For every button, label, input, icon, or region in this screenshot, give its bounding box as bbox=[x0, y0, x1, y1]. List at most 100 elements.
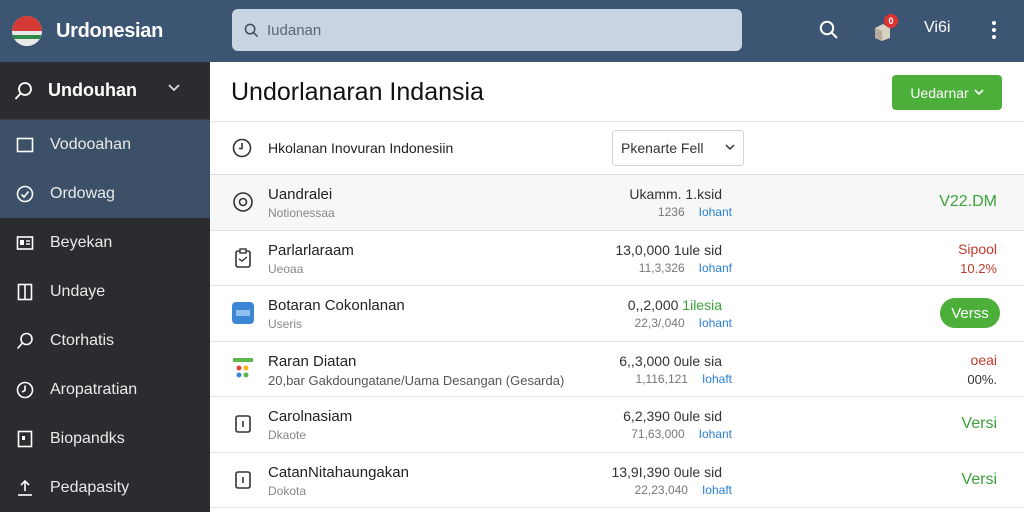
notification-count-badge: 0 bbox=[884, 14, 898, 28]
row-link[interactable]: Iohant bbox=[699, 427, 732, 441]
search-icon bbox=[244, 23, 259, 37]
row-detail: 22,3/,040 Iohant bbox=[635, 316, 732, 330]
data-list: Uandralei Notionessaa Ukamm. 1.ksid 1236… bbox=[210, 175, 1024, 508]
sidebar-item-beyekan[interactable]: Beyekan bbox=[0, 218, 210, 267]
sidebar-item-ordowag[interactable]: Ordowag bbox=[0, 169, 210, 218]
row-link[interactable]: Iohant bbox=[699, 205, 732, 219]
row-quantity-text: 6,2,390 0ule sid bbox=[623, 408, 722, 424]
row-quantity-status: 1ilesia bbox=[682, 297, 722, 313]
row-detail-number: 1236 bbox=[657, 205, 685, 219]
row-amount: Versi bbox=[961, 470, 997, 488]
table-row[interactable]: Carolnasiam Dkaote 6,2,390 0ule sid 71,6… bbox=[210, 397, 1024, 453]
row-detail: 1236 Iohant bbox=[658, 205, 732, 219]
table-row[interactable]: CatanNitahaungakan Dokota 13,9I,390 0ule… bbox=[210, 452, 1024, 508]
table-row[interactable]: Botaran Cokonlanan Useris 0,,2,000 1iles… bbox=[210, 286, 1024, 342]
row-quantity-text: 0,,2,000 bbox=[627, 297, 683, 313]
sidebar-item-label: Pedapasity bbox=[50, 478, 130, 496]
info-icon bbox=[231, 468, 255, 492]
row-subtitle: Dkaote bbox=[268, 428, 307, 442]
row-detail-number: 1,116,121 bbox=[635, 371, 688, 386]
clock-icon bbox=[16, 185, 34, 202]
filter-label: Hkolanan Inovuran Indonesiin bbox=[268, 140, 454, 156]
search-input[interactable] bbox=[267, 21, 707, 39]
row-quantity-text: Ukamm. 1.ksid bbox=[629, 186, 722, 202]
row-detail-number: 71,63,000 bbox=[631, 427, 685, 441]
user-menu-label[interactable]: Vi6i bbox=[924, 19, 950, 37]
more-options-button[interactable] bbox=[978, 14, 1010, 46]
row-detail: 71,63,000 Iohant bbox=[631, 427, 732, 441]
row-detail-number: 22,3/,040 bbox=[634, 316, 685, 330]
row-name: Uandralei bbox=[268, 186, 333, 203]
id-card-icon bbox=[16, 235, 34, 250]
row-quantity-text: 13,0,000 1ule sid bbox=[615, 241, 722, 258]
row-quantity-text: 6,,3,000 0ule sia bbox=[619, 352, 722, 369]
row-name: CatanNitahaungakan bbox=[268, 463, 409, 481]
chevron-down-icon bbox=[168, 84, 180, 92]
sidebar-item-pedapasity[interactable]: Pedapasity bbox=[0, 463, 210, 512]
row-percent: 10.2% bbox=[960, 260, 997, 276]
row-link[interactable]: Iohaft bbox=[702, 372, 732, 386]
info-icon bbox=[231, 412, 255, 436]
search-button[interactable] bbox=[813, 14, 845, 46]
target-icon bbox=[231, 190, 255, 214]
sidebar-item-ctorhatis[interactable]: Ctorhatis bbox=[0, 316, 210, 365]
row-amount: V22.DM bbox=[939, 193, 997, 210]
row-quantity: Ukamm. 1.ksid bbox=[629, 186, 722, 202]
row-percent: 00%. bbox=[967, 371, 997, 387]
primary-dropdown-button[interactable]: Uedarnar bbox=[892, 75, 1002, 110]
upload-icon bbox=[18, 479, 32, 496]
sidebar-item-aropatratian[interactable]: Aropatratian bbox=[0, 365, 210, 414]
row-link[interactable]: Iohaft bbox=[702, 483, 732, 497]
table-row[interactable]: Uandralei Notionessaa Ukamm. 1.ksid 1236… bbox=[210, 175, 1024, 231]
clock-icon bbox=[232, 138, 252, 158]
row-amount: Sipool bbox=[958, 240, 997, 257]
top-bar: Urdonesian 0 Vi6i bbox=[0, 0, 1024, 62]
sidebar: Undouhan Vodooahan Ordowag Beyekan Unday… bbox=[0, 62, 210, 512]
row-quantity: 6,,3,000 0ule sia bbox=[619, 353, 722, 369]
page-title: Undorlanaran Indansia bbox=[231, 78, 484, 106]
row-subtitle: Dokota bbox=[268, 483, 307, 498]
search-icon bbox=[16, 332, 33, 349]
doc-icon bbox=[17, 430, 33, 447]
brand[interactable]: Urdonesian bbox=[0, 16, 210, 46]
primary-button-label: Uedarnar bbox=[910, 84, 969, 101]
row-status-pill[interactable]: Verss bbox=[940, 298, 1000, 328]
sidebar-item-undaye[interactable]: Undaye bbox=[0, 267, 210, 316]
row-name: Parlarlaraam bbox=[268, 241, 354, 259]
sidebar-header-label: Undouhan bbox=[48, 80, 137, 100]
search-icon bbox=[14, 81, 32, 100]
flag-logo-icon bbox=[12, 16, 42, 46]
panel-icon bbox=[17, 283, 33, 300]
row-link[interactable]: Iohant bbox=[699, 316, 732, 330]
search-box[interactable] bbox=[232, 9, 742, 51]
sidebar-item-vodooahan[interactable]: Vodooahan bbox=[0, 120, 210, 169]
row-link[interactable]: Iohanf bbox=[699, 261, 732, 275]
table-row[interactable]: Parlarlaraam Ueoaa 13,0,000 1ule sid 11,… bbox=[210, 230, 1024, 286]
row-quantity-text: 13,9I,390 0ule sid bbox=[611, 463, 722, 480]
sidebar-item-label: Aropatratian bbox=[50, 380, 138, 398]
table-row[interactable]: Raran Diatan 20,bar Gakdoungatane/Uama D… bbox=[210, 341, 1024, 397]
chevron-down-icon bbox=[974, 89, 984, 96]
row-detail: 22,23,040 Iohaft bbox=[635, 483, 732, 497]
square-icon bbox=[16, 137, 34, 152]
chevron-down-icon bbox=[725, 144, 735, 151]
clipboard-icon bbox=[231, 246, 255, 270]
row-name: Raran Diatan bbox=[268, 352, 357, 370]
app-title: Urdonesian bbox=[56, 19, 164, 42]
sidebar-item-label: Undaye bbox=[50, 282, 106, 300]
row-name: Carolnasiam bbox=[268, 408, 353, 425]
clock-icon bbox=[16, 381, 34, 398]
filter-select[interactable]: Pkenarte Fell bbox=[612, 130, 744, 166]
app-icon bbox=[231, 301, 255, 325]
row-subtitle: Notionessaa bbox=[268, 206, 335, 220]
kebab-menu-icon bbox=[992, 21, 996, 39]
sidebar-item-label: Vodooahan bbox=[50, 135, 131, 153]
sidebar-item-label: Ordowag bbox=[50, 184, 115, 202]
sidebar-item-label: Biopandks bbox=[50, 429, 125, 447]
row-subtitle: Useris bbox=[268, 317, 303, 331]
sidebar-header[interactable]: Undouhan bbox=[0, 62, 210, 120]
notifications-button[interactable]: 0 bbox=[866, 14, 898, 46]
sidebar-item-label: Ctorhatis bbox=[50, 331, 115, 349]
sidebar-item-biopandks[interactable]: Biopandks bbox=[0, 414, 210, 463]
row-detail: 11,3,326 Iohanf bbox=[639, 261, 732, 275]
